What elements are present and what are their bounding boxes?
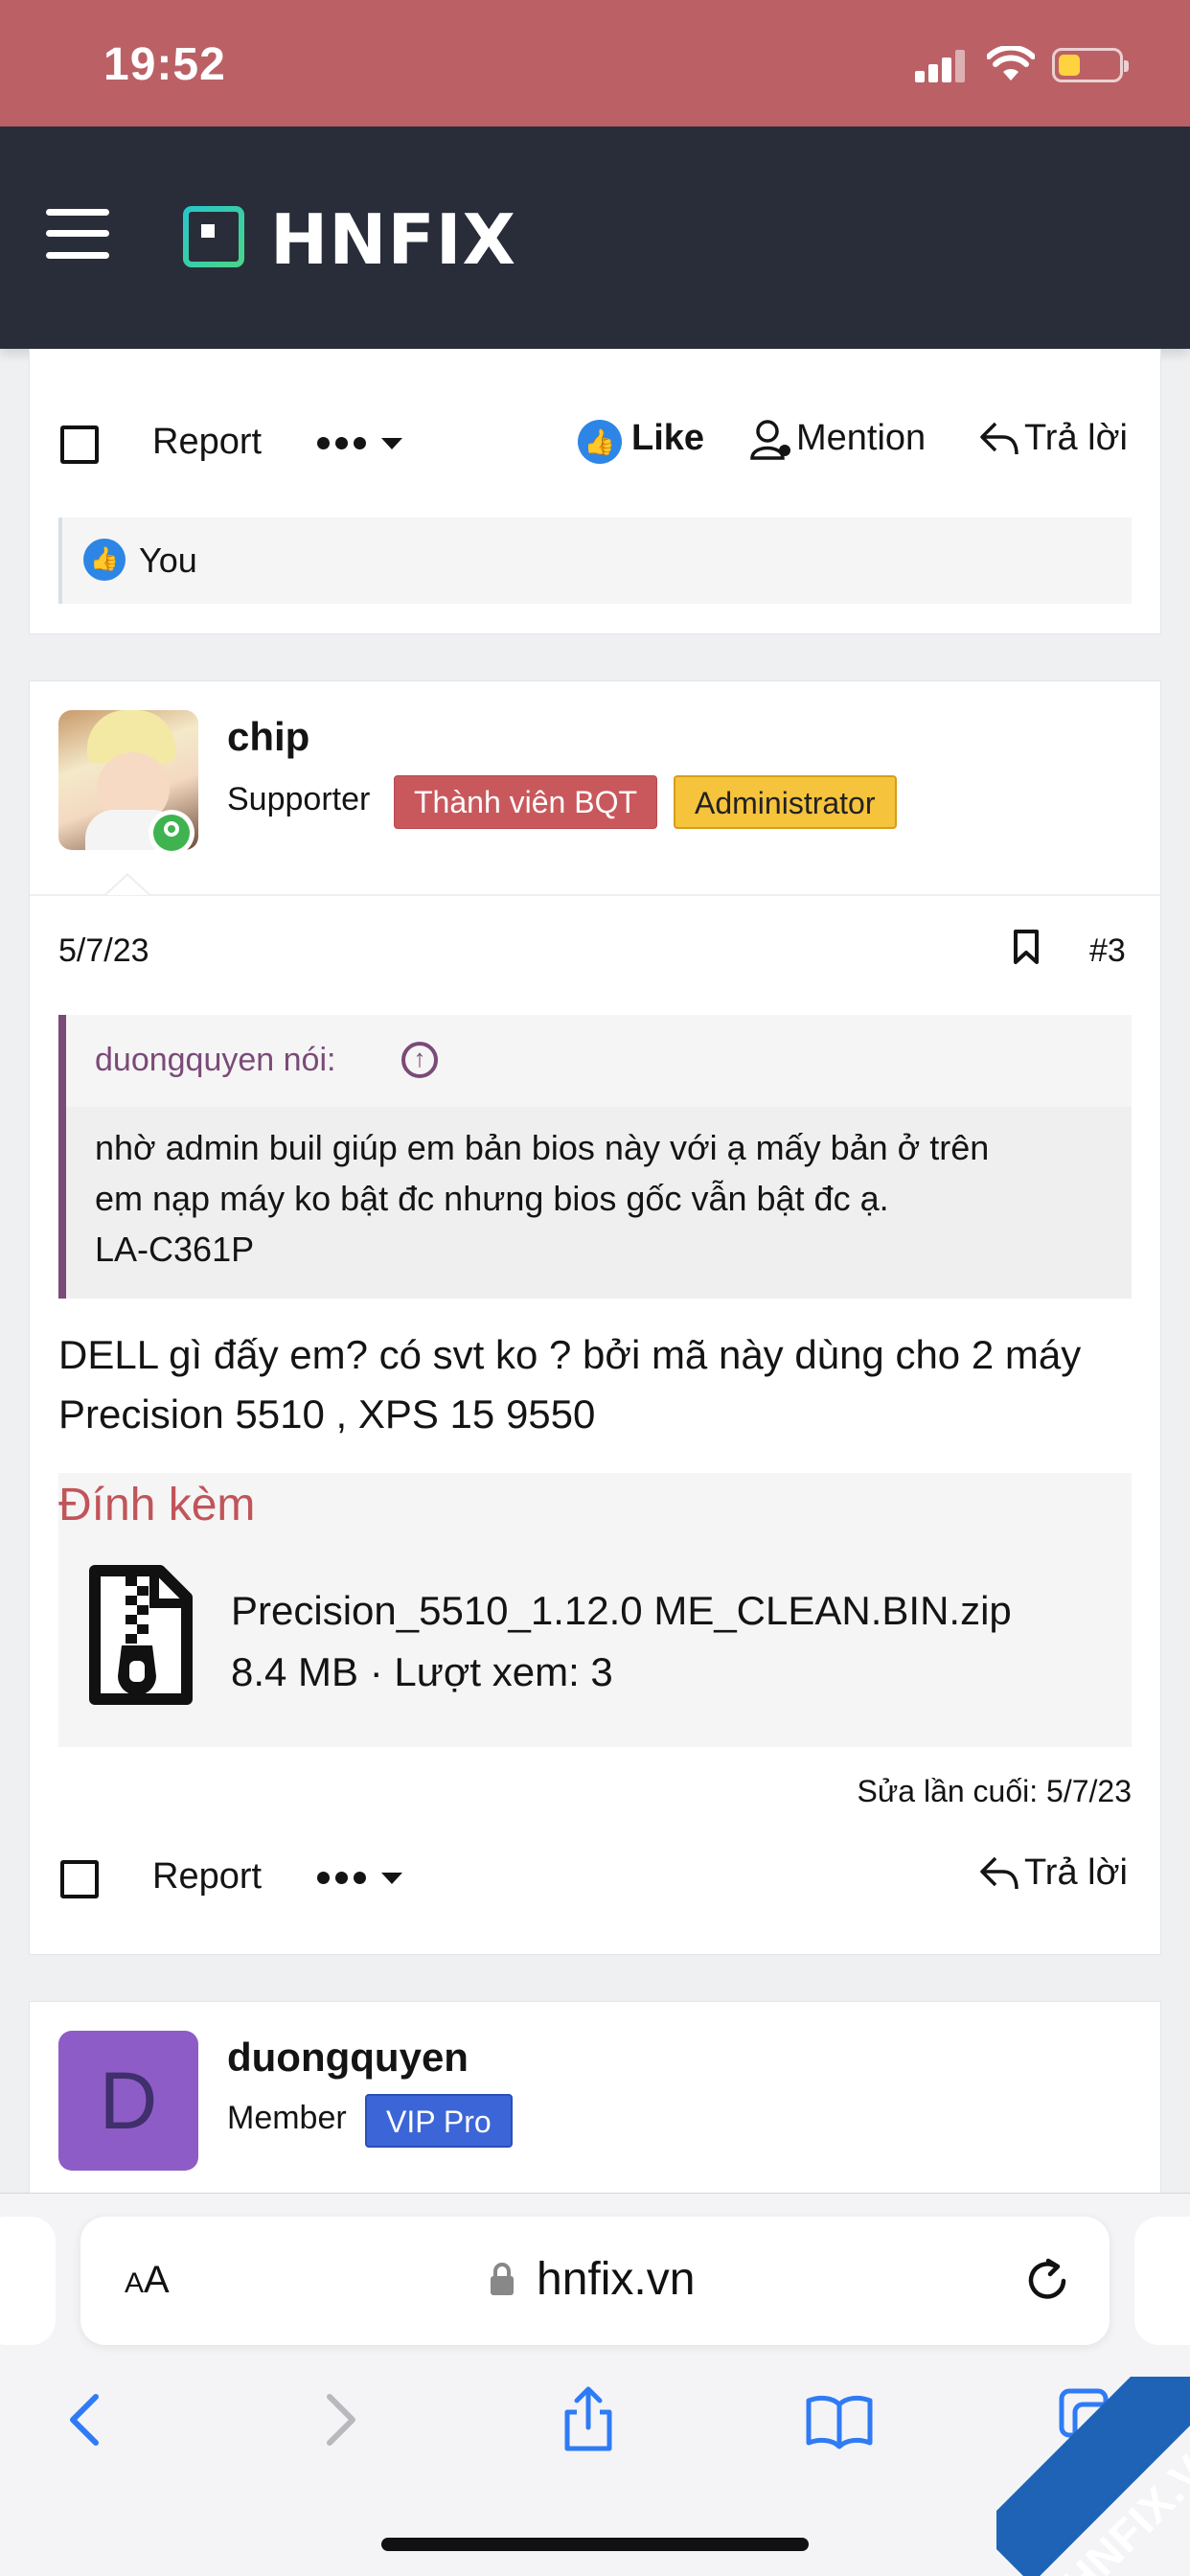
role-badge: Administrator [674, 775, 897, 829]
mention-user-icon [750, 420, 790, 460]
post-card-main: chip Supporter Thành viên BQT Administra… [29, 680, 1162, 1955]
select-checkbox[interactable] [60, 1860, 99, 1898]
post-divider [30, 894, 1162, 896]
mention-button[interactable]: Mention [796, 418, 926, 459]
author-name[interactable]: chip [227, 714, 309, 760]
reader-settings-button[interactable]: AA [125, 2259, 170, 2302]
attachments-title: Đính kèm [58, 1480, 256, 1530]
like-thumb-icon: 👍 [578, 420, 622, 464]
quote-line: em nạp máy ko bật đc nhưng bios gốc vẫn … [95, 1179, 889, 1218]
reply-icon [980, 422, 1018, 455]
post-body-line: DELL gì đấy em? có svt ko ? bởi mã này d… [58, 1332, 1082, 1377]
role-badge: Thành viên BQT [394, 775, 657, 829]
wifi-icon [987, 46, 1035, 80]
home-indicator [381, 2538, 809, 2551]
url-text[interactable]: hnfix.vn [537, 2253, 695, 2306]
browser-toolbar: AA hnfix.vn [0, 2193, 1190, 2576]
bookmarks-icon[interactable] [805, 2385, 874, 2454]
author-title: Member [227, 2100, 347, 2136]
post-number[interactable]: #3 [1089, 932, 1126, 970]
cellular-signal-icon [915, 50, 969, 82]
reload-icon[interactable] [1021, 2255, 1073, 2307]
reply-icon [980, 1856, 1018, 1890]
more-options-menu[interactable] [317, 437, 402, 449]
quote-author[interactable]: duongquyen nói: [95, 1042, 335, 1079]
report-link[interactable]: Report [152, 422, 262, 463]
more-options-menu[interactable] [317, 1872, 402, 1884]
report-link[interactable]: Report [152, 1856, 262, 1898]
attachments-section: Đính kèm Precision_5510_1.12.0 ME_CLEAN.… [58, 1473, 1132, 1747]
quote-header: duongquyen nói: ↑ [66, 1015, 1132, 1107]
bookmark-icon[interactable] [1013, 929, 1040, 965]
chip-logo-icon [172, 196, 255, 278]
last-edit-info: Sửa lần cuối: 5/7/23 [857, 1774, 1133, 1808]
forward-icon[interactable] [305, 2385, 374, 2454]
like-button[interactable]: Like [631, 418, 704, 459]
quote-block: duongquyen nói: ↑ nhờ admin buil giúp em… [58, 1015, 1132, 1299]
jump-to-quote-icon[interactable]: ↑ [401, 1042, 438, 1078]
post-card-previous: Report 👍 Like Mention Trả lời 👍 You [29, 349, 1161, 634]
like-thumb-icon: 👍 [83, 539, 126, 581]
select-checkbox[interactable] [60, 426, 99, 464]
post-date[interactable]: 5/7/23 [58, 932, 149, 970]
avatar-pointer [104, 873, 150, 895]
reaction-users: You [139, 540, 197, 580]
back-icon[interactable] [52, 2385, 121, 2454]
attachment-meta: 8.4 MB · Lượt xem: 3 [231, 1649, 613, 1694]
share-icon[interactable] [554, 2385, 623, 2454]
reply-button[interactable]: Trả lời [1024, 418, 1128, 459]
lock-icon [491, 2263, 514, 2295]
tabs-icon[interactable] [1056, 2385, 1125, 2454]
avatar[interactable]: D [58, 2031, 198, 2171]
status-time: 19:52 [103, 39, 226, 90]
attachment-file-name[interactable]: Precision_5510_1.12.0 ME_CLEAN.BIN.zip [231, 1588, 1012, 1634]
reply-button[interactable]: Trả lời [1024, 1852, 1128, 1894]
site-logo[interactable]: HNFIX [270, 199, 516, 280]
role-badge: VIP Pro [365, 2094, 513, 2148]
author-title: Supporter [227, 781, 371, 817]
author-name[interactable]: duongquyen [227, 2035, 469, 2081]
post-body: DELL gì đấy em? có svt ko ? bởi mã này d… [58, 1325, 1141, 1444]
previous-tab-preview[interactable] [0, 2217, 56, 2345]
zip-file-icon[interactable] [87, 1563, 195, 1707]
battery-icon [1052, 48, 1129, 82]
post-body-line: Precision 5510 , XPS 15 9550 [58, 1392, 596, 1437]
online-status-icon [149, 810, 195, 856]
quote-line: LA-C361P [95, 1230, 255, 1269]
address-bar[interactable]: AA hnfix.vn [80, 2217, 1110, 2345]
reaction-summary[interactable]: 👍 You [58, 518, 1132, 604]
quote-text: nhờ admin buil giúp em bản bios này với … [95, 1122, 1110, 1275]
next-tab-preview[interactable] [1134, 2217, 1190, 2345]
status-bar: 19:52 [0, 0, 1190, 126]
quote-line: nhờ admin buil giúp em bản bios này với … [95, 1128, 990, 1167]
menu-icon[interactable] [46, 209, 109, 259]
site-header: HNFIX [0, 126, 1190, 349]
